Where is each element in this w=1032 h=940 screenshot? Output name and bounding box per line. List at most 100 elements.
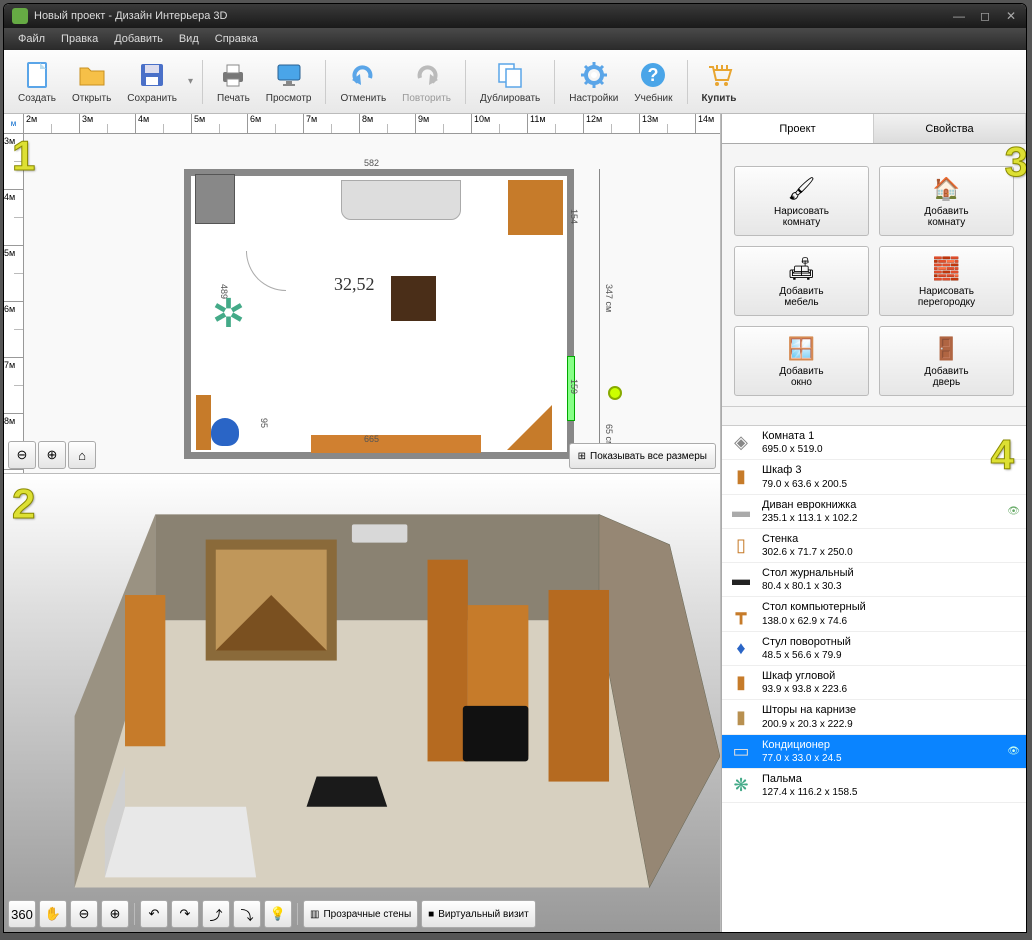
toolbar-dup-button[interactable]: Дублировать [472,55,548,108]
scene-item[interactable]: ▮Шкаф 379.0 x 63.6 x 200.5 [722,460,1026,494]
toolbar-label: Создать [18,93,56,104]
draw-wall-button[interactable]: 🧱Нарисоватьперегородку [879,246,1014,316]
svg-text:?: ? [648,65,659,85]
action-label: Добавитькомнату [924,206,968,228]
tab-project[interactable]: Проект [722,114,874,143]
toolbar-undo-button[interactable]: Отменить [332,55,394,108]
show-dimensions-button[interactable]: ⊞ Показывать все размеры [569,443,716,469]
menu-2[interactable]: Добавить [106,30,171,48]
visibility-icon[interactable]: 👁 [1007,506,1020,517]
item-info: Стенка302.6 x 71.7 x 250.0 [762,532,1020,559]
app-icon [12,8,28,24]
item-info: Диван еврокнижка235.1 x 113.1 x 102.2 [762,498,1007,525]
toolbar-print-button[interactable]: Печать [209,55,258,108]
scene-item[interactable]: ▬Диван еврокнижка235.1 x 113.1 x 102.2👁 [722,495,1026,529]
item-info: Шторы на карнизе200.9 x 20.3 x 222.9 [762,703,1020,730]
scene-item[interactable]: ┳Стол компьютерный138.0 x 62.9 x 74.6 [722,597,1026,631]
ruler-tick: 14м [696,114,720,133]
furn-wardrobe[interactable] [195,174,235,224]
add-window-icon: 🪟 [788,335,816,363]
menu-4[interactable]: Справка [207,30,266,48]
zoom-in-button[interactable]: ⊕ [38,441,66,469]
maximize-button[interactable]: ◻ [978,9,992,23]
scene-item[interactable]: ▮Шторы на карнизе200.9 x 20.3 x 222.9 [722,700,1026,734]
scene-item[interactable]: ♦Стул поворотный48.5 x 56.6 x 79.9 [722,632,1026,666]
close-button[interactable]: ✕ [1004,9,1018,23]
add-window-button[interactable]: 🪟Добавитьокно [734,326,869,396]
toolbar-settings-button[interactable]: Настройки [561,55,626,108]
side-panel: Проект Свойства 3 🖌Нарисоватькомнату🏠Доб… [721,114,1026,932]
toolbar-redo-button[interactable]: Повторить [394,55,459,108]
pan-button[interactable]: ✋ [39,900,67,928]
scene-item[interactable]: ❋Пальма127.4 x 116.2 x 158.5 [722,769,1026,803]
printer-icon [217,59,249,91]
furn-coffee-table[interactable] [391,276,436,321]
transparent-walls-button[interactable]: ▥ Прозрачные стены [303,900,418,928]
doc-icon [21,59,53,91]
tab-properties[interactable]: Свойства [874,114,1026,143]
action-label: Добавитьдверь [924,366,968,388]
cart-icon [703,59,735,91]
toolbar-help-button[interactable]: ?Учебник [626,55,680,108]
toolbar-save-button[interactable]: Сохранить [119,55,185,108]
tilt-up-button[interactable]: ⤴ [202,900,230,928]
scene-item[interactable]: ▬ Стол журнальный80.4 x 80.1 x 30.3 [722,563,1026,597]
item-thumb-icon: ▮ [728,464,754,490]
scene-item[interactable]: ▯ Стенка302.6 x 71.7 x 250.0 [722,529,1026,563]
add-door-button[interactable]: 🚪Добавитьдверь [879,326,1014,396]
add-room-button[interactable]: 🏠Добавитькомнату [879,166,1014,236]
toolbar-new-button[interactable]: Создать [10,55,64,108]
toolbar-open-button[interactable]: Открыть [64,55,119,108]
scene-item[interactable]: ▮Шкаф угловой93.9 x 93.8 x 223.6 [722,666,1026,700]
furn-desk[interactable] [196,395,211,450]
redo-icon [411,59,443,91]
toolbar-preview-button[interactable]: Просмотр [258,55,320,108]
virtual-visit-button[interactable]: ■ Виртуальный визит [421,900,536,928]
rotate-right-button[interactable]: ↷ [171,900,199,928]
toolbar-dropdown[interactable]: ▾ [185,76,196,87]
room-outline[interactable]: ✲ [184,169,574,459]
minimize-button[interactable]: — [952,9,966,23]
room-area: 32,52 [334,274,375,295]
view-3d[interactable]: 360 ✋ ⊖ ⊕ ↶ ↷ ⤴ ⤵ 💡 ▥ Прозрачные стены [4,474,720,932]
item-info: Комната 1695.0 x 519.0 [762,429,1020,456]
door-swing-icon[interactable] [246,251,286,291]
furn-sofa[interactable] [341,180,461,220]
rotate-left-button[interactable]: ↶ [140,900,168,928]
draw-room-button[interactable]: 🖌Нарисоватькомнату [734,166,869,236]
menu-1[interactable]: Правка [53,30,106,48]
home-button[interactable]: ⌂ [68,441,96,469]
furn-corner-wardrobe[interactable] [507,405,552,450]
visibility-icon[interactable]: 👁 [1007,746,1020,757]
scene-item[interactable]: ◈Комната 1695.0 x 519.0 [722,426,1026,460]
rotate-360-button[interactable]: 360 [8,900,36,928]
plan-canvas[interactable]: ✲ 32,52 582 347 см 154 489 665 [24,134,720,473]
item-thumb-icon: ▬ [728,567,754,593]
scene-item[interactable]: ▭Кондиционер77.0 x 33.0 x 24.5👁 [722,735,1026,769]
zoom-in-3d-button[interactable]: ⊕ [101,900,129,928]
furn-corner-shelf[interactable] [508,180,563,235]
menu-0[interactable]: Файл [10,30,53,48]
workspace: м 2м3м4м5м6м7м8м9м10м11м12м13м14м 3м4м5м… [4,114,721,932]
zoom-out-button[interactable]: ⊖ [8,441,36,469]
item-info: Стол журнальный80.4 x 80.1 x 30.3 [762,566,1020,593]
tilt-down-button[interactable]: ⤵ [233,900,261,928]
item-thumb-icon: ▯ [728,533,754,559]
toolbar-label: Открыть [72,93,111,104]
plan-view[interactable]: м 2м3м4м5м6м7м8м9м10м11м12м13м14м 3м4м5м… [4,114,720,474]
zoom-out-3d-button[interactable]: ⊖ [70,900,98,928]
toolbar-buy-button[interactable]: Купить [694,55,745,108]
ruler-tick: 7м [4,358,23,414]
ruler-tick: 6м [4,302,23,358]
ruler-tick: 4м [4,190,23,246]
ruler-tick: 4м [136,114,192,133]
scene-list[interactable]: 4 ◈Комната 1695.0 x 519.0▮Шкаф 379.0 x 6… [722,425,1026,932]
furn-chair[interactable] [211,418,239,446]
folder-icon [76,59,108,91]
handle-icon[interactable] [608,386,622,400]
menu-3[interactable]: Вид [171,30,207,48]
add-furn-button[interactable]: 🛋Добавитьмебель [734,246,869,316]
ruler-tick: 12м [584,114,640,133]
light-button[interactable]: 💡 [264,900,292,928]
furn-wall-unit[interactable] [311,435,481,453]
